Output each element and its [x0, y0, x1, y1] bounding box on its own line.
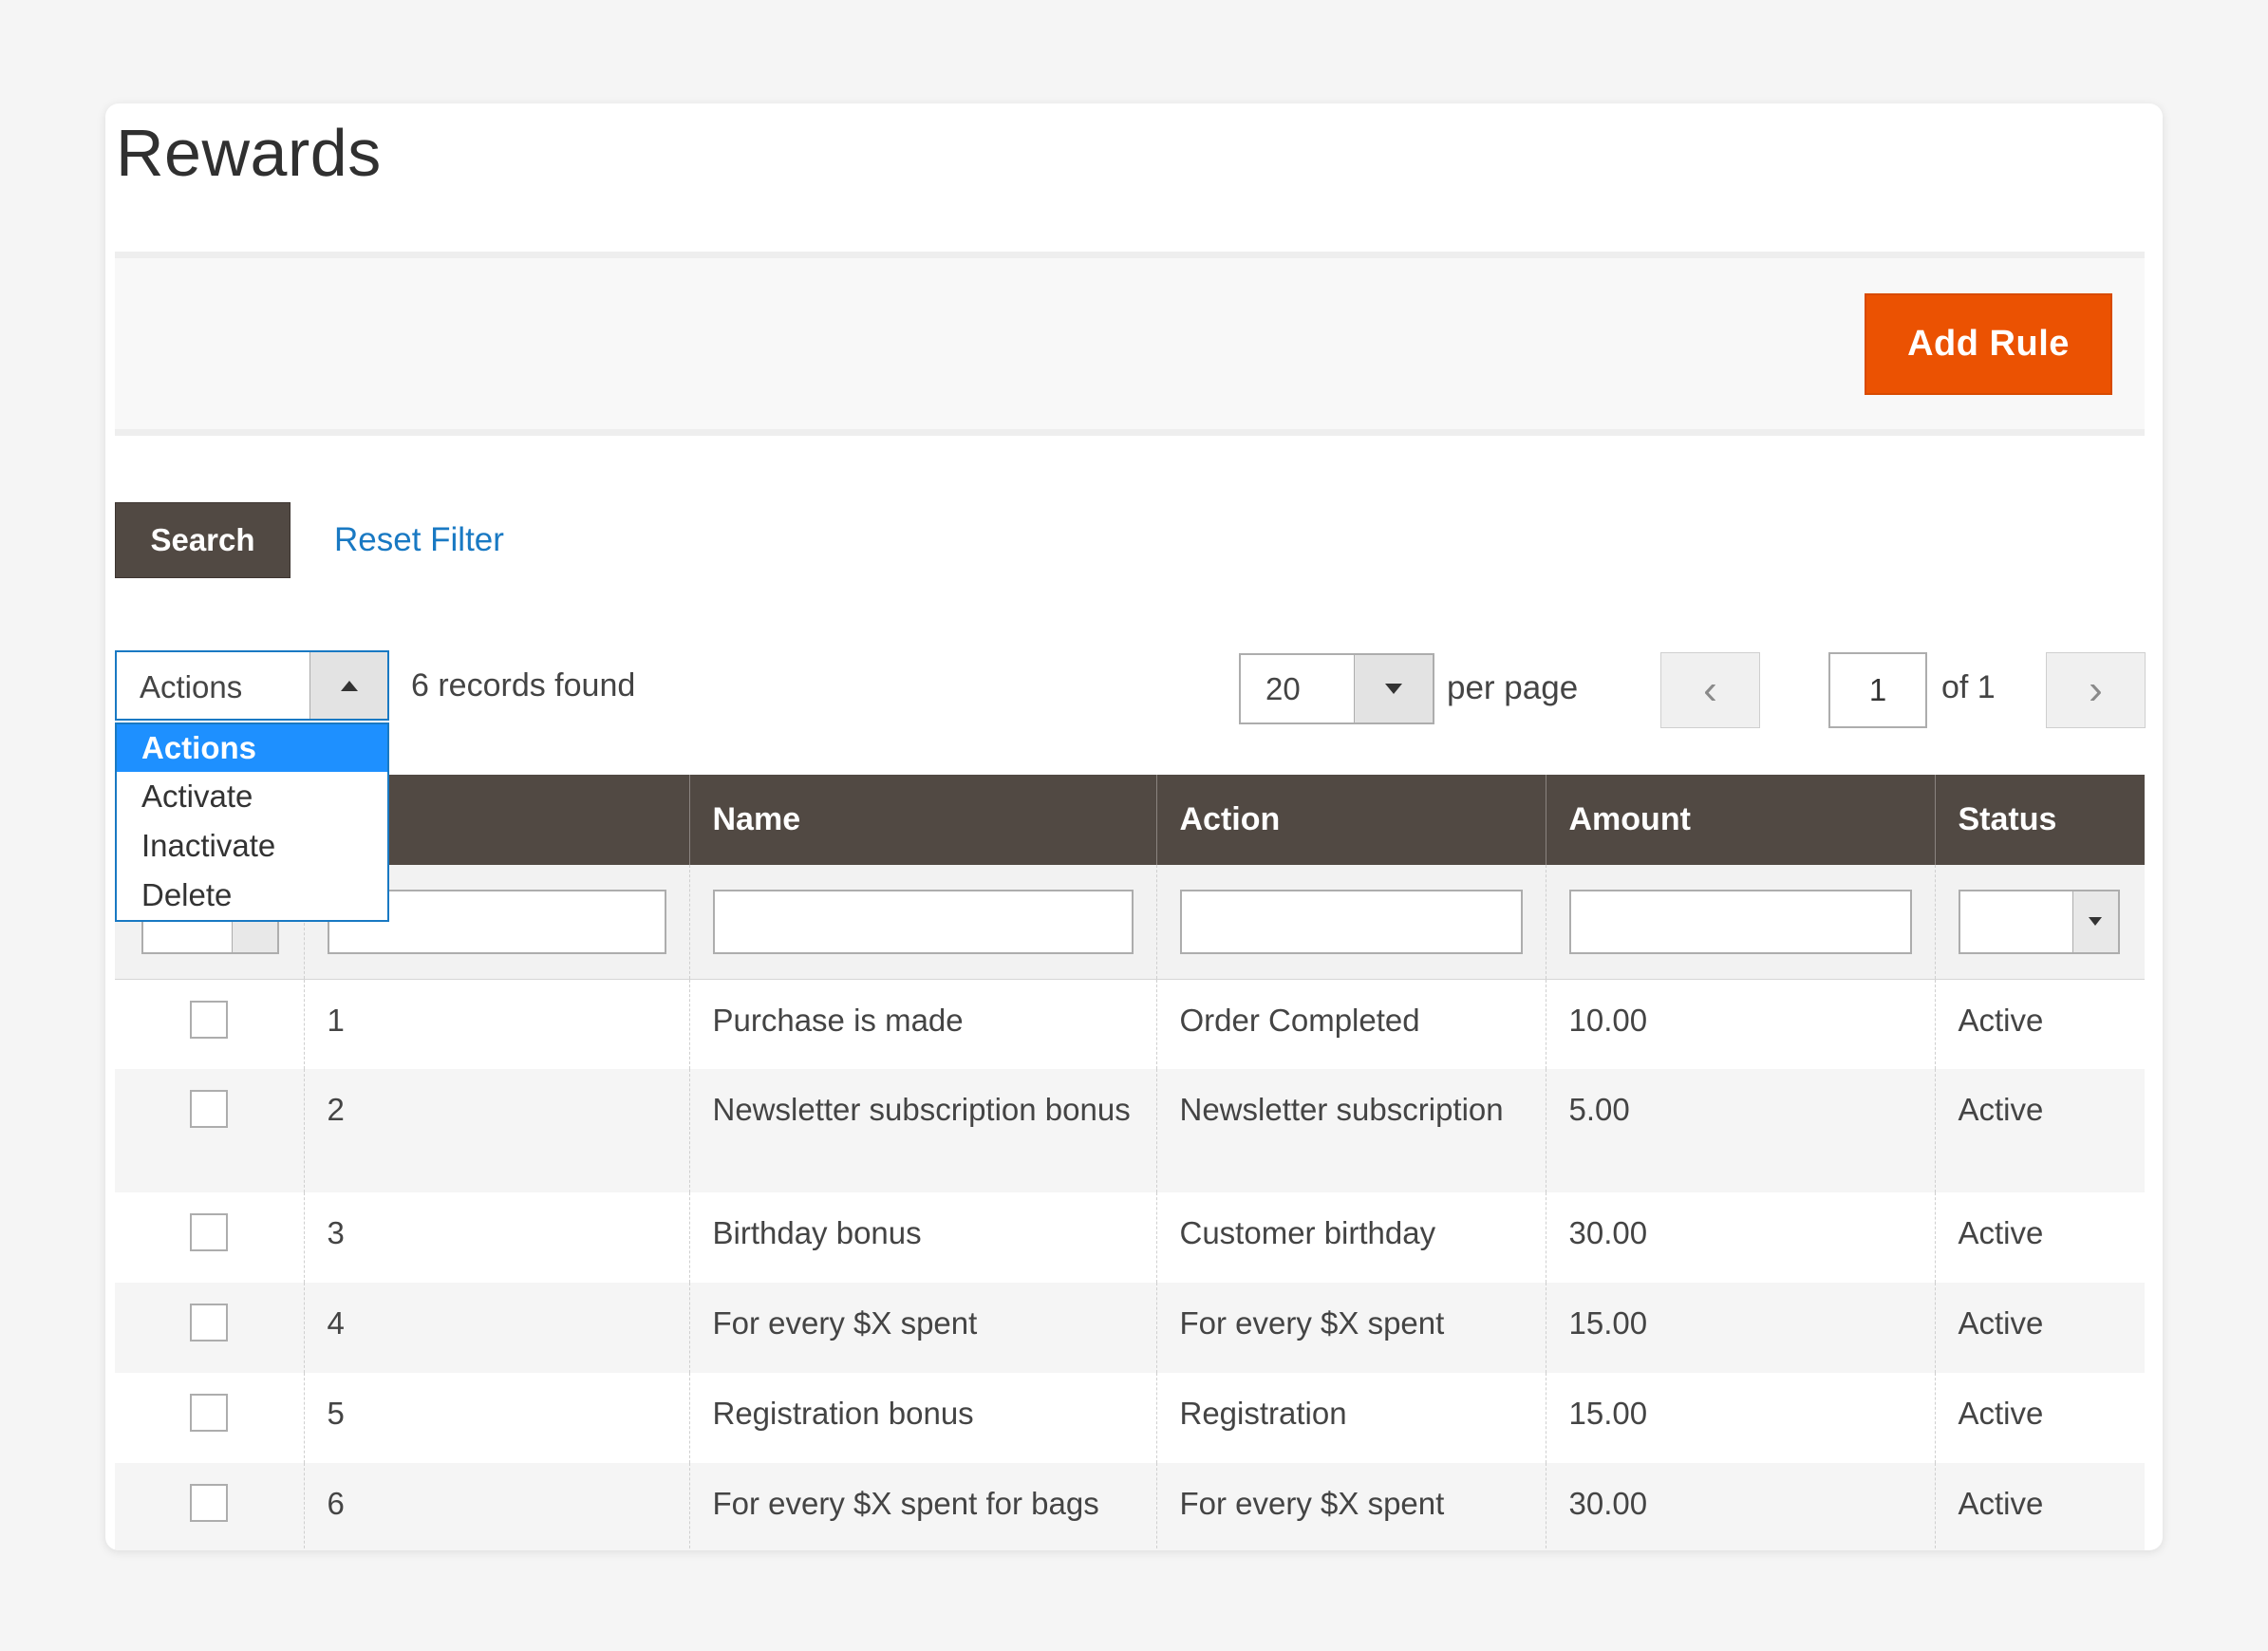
records-found-count: 6 records found	[411, 667, 636, 704]
mass-action-option-inactivate[interactable]: Inactivate	[117, 821, 387, 871]
cell-name: Birthday bonus	[688, 1192, 1156, 1283]
cell-status: Active	[1934, 1463, 2145, 1550]
mass-actions-selected-value: Actions	[140, 669, 243, 704]
row-checkbox[interactable]	[190, 1304, 229, 1341]
table-row[interactable]: 5 Registration bonus Registration 15.00 …	[115, 1373, 2145, 1463]
table-row[interactable]: 2 Newsletter subscription bonus Newslett…	[115, 1069, 2145, 1192]
cell-action: Registration	[1155, 1373, 1546, 1463]
cell-id: 2	[303, 1069, 689, 1192]
page-title: Rewards	[116, 116, 382, 190]
cell-status: Active	[1934, 1283, 2145, 1373]
cell-status: Active	[1934, 1373, 2145, 1463]
cell-amount: 15.00	[1545, 1283, 1935, 1373]
column-header-amount[interactable]: Amount	[1545, 775, 1935, 865]
chevron-up-icon[interactable]	[309, 652, 387, 719]
chevron-right-icon: ›	[2089, 666, 2103, 713]
cell-amount: 15.00	[1545, 1373, 1935, 1463]
cell-amount: 10.00	[1545, 979, 1935, 1069]
per-page-label: per page	[1447, 669, 1579, 706]
reset-filter-link[interactable]: Reset Filter	[334, 521, 504, 559]
row-checkbox[interactable]	[190, 1484, 229, 1522]
cell-name: Newsletter subscription bonus	[688, 1069, 1156, 1192]
cell-id: 1	[303, 979, 689, 1069]
status-filter-select[interactable]	[1958, 889, 2120, 954]
rewards-grid: Name Action Amount Status 1 Purchase is …	[115, 775, 2145, 1550]
action-filter-input[interactable]	[1179, 889, 1523, 954]
mass-actions-select[interactable]: Actions	[115, 650, 389, 721]
cell-id: 6	[303, 1463, 689, 1550]
cell-name: For every $X spent	[688, 1283, 1156, 1373]
previous-page-button[interactable]: ‹	[1660, 652, 1760, 728]
chevron-down-icon[interactable]	[2071, 891, 2118, 952]
filter-cell-name	[688, 865, 1156, 980]
per-page-select[interactable]: 20	[1239, 653, 1434, 724]
cell-action: Order Completed	[1155, 979, 1546, 1069]
mass-action-option-delete[interactable]: Delete	[117, 871, 387, 920]
row-checkbox[interactable]	[190, 1213, 229, 1251]
row-checkbox[interactable]	[190, 1394, 229, 1432]
cell-status: Active	[1934, 1069, 2145, 1192]
filter-cell-amount	[1545, 865, 1935, 980]
filter-cell-status	[1934, 865, 2145, 980]
cell-name: For every $X spent for bags	[688, 1463, 1156, 1550]
cell-status: Active	[1934, 979, 2145, 1069]
cell-action: For every $X spent	[1155, 1283, 1546, 1373]
current-page-input[interactable]: 1	[1828, 652, 1927, 728]
cell-action: Customer birthday	[1155, 1192, 1546, 1283]
cell-amount: 30.00	[1545, 1463, 1935, 1550]
next-page-button[interactable]: ›	[2046, 652, 2146, 728]
cell-status: Active	[1934, 1192, 2145, 1283]
cell-name: Purchase is made	[688, 979, 1156, 1069]
name-filter-input[interactable]	[712, 889, 1134, 954]
search-button[interactable]: Search	[115, 502, 291, 578]
table-row[interactable]: 1 Purchase is made Order Completed 10.00…	[115, 979, 2145, 1069]
table-row[interactable]: 3 Birthday bonus Customer birthday 30.00…	[115, 1192, 2145, 1283]
filter-cell-action	[1155, 865, 1546, 980]
cell-action: For every $X spent	[1155, 1463, 1546, 1550]
mass-actions-dropdown: Actions Activate Inactivate Delete	[115, 722, 389, 922]
column-header-name[interactable]: Name	[688, 775, 1156, 865]
cell-id: 5	[303, 1373, 689, 1463]
chevron-down-icon[interactable]	[1354, 655, 1433, 722]
mass-action-option-actions[interactable]: Actions	[117, 724, 387, 772]
row-checkbox[interactable]	[190, 1090, 229, 1128]
table-row[interactable]: 6 For every $X spent for bags For every …	[115, 1463, 2145, 1550]
amount-filter-input[interactable]	[1568, 889, 1912, 954]
mass-action-option-activate[interactable]: Activate	[117, 772, 387, 821]
cell-id: 3	[303, 1192, 689, 1283]
cell-id: 4	[303, 1283, 689, 1373]
cell-action: Newsletter subscription	[1155, 1069, 1546, 1192]
column-header-status[interactable]: Status	[1934, 775, 2145, 865]
per-page-value: 20	[1265, 671, 1301, 706]
chevron-left-icon: ‹	[1703, 666, 1717, 713]
rewards-panel: Rewards Add Rule Search Reset Filter Act…	[105, 103, 2163, 1550]
column-header-action[interactable]: Action	[1155, 775, 1546, 865]
row-checkbox[interactable]	[190, 1000, 229, 1039]
page-actions-bar: Add Rule	[115, 252, 2145, 436]
table-row[interactable]: 4 For every $X spent For every $X spent …	[115, 1283, 2145, 1373]
add-rule-button[interactable]: Add Rule	[1865, 293, 2112, 395]
cell-amount: 5.00	[1545, 1069, 1935, 1192]
cell-amount: 30.00	[1545, 1192, 1935, 1283]
cell-name: Registration bonus	[688, 1373, 1156, 1463]
page-count-label: of 1	[1941, 669, 1996, 705]
